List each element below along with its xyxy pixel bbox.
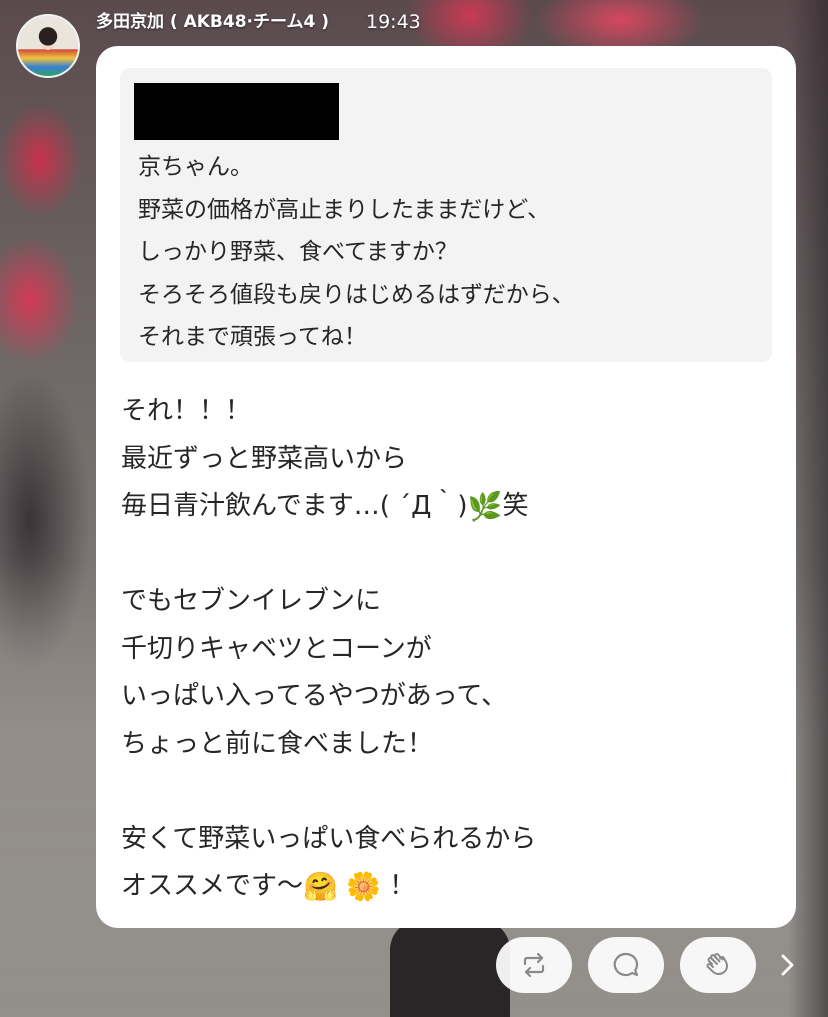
redaction-box (134, 83, 339, 140)
avatar[interactable] (16, 14, 80, 78)
comment-button[interactable] (588, 937, 664, 993)
hugging-face-emoji: 🤗 (303, 870, 338, 903)
message-text: それ！！！ 最近ずっと野菜高いから 毎日青汁飲んでます…( ´Д｀)🌿笑 でもセ… (121, 388, 536, 911)
message-line: 安くて野菜いっぱい食べられるから (121, 823, 537, 854)
message-line: ちょっと前に食べました！ (121, 728, 434, 759)
quoted-line: それまで頑張ってね！ (138, 324, 367, 350)
message-line: それ！！！ (121, 396, 252, 426)
quoted-message: 京ちゃん。 野菜の価格が高止まりしたままだけど、 しっかり野菜、食べてますか？ … (120, 68, 772, 362)
herb-emoji: 🌿 (467, 490, 503, 523)
comment-icon (613, 952, 639, 977)
blossom-emoji: 🌼 (346, 870, 382, 903)
message-line: でもセブンイレブンに (121, 586, 382, 616)
message-line-suffix: ！ (389, 871, 416, 901)
message-line: 千切りキャベツとコーンが (121, 633, 432, 664)
quoted-text: 京ちゃん。 野菜の価格が高止まりしたままだけど、 しっかり野菜、食べてますか？ … (138, 146, 575, 359)
repost-icon (523, 952, 545, 978)
next-button[interactable] (772, 947, 802, 983)
message-line: いっぱい入ってるやつがあって、 (121, 681, 508, 711)
message-bubble: 京ちゃん。 野菜の価格が高止まりしたままだけど、 しっかり野菜、食べてますか？ … (96, 46, 796, 928)
quoted-line: 京ちゃん。 (138, 154, 253, 180)
quoted-line: 野菜の価格が高止まりしたままだけど、 (138, 196, 551, 223)
quoted-line: しっかり野菜、食べてますか？ (138, 239, 458, 265)
message-line-text: オススメです〜 (121, 871, 304, 901)
clap-button[interactable] (680, 937, 756, 993)
chevron-right-icon (781, 954, 794, 976)
repost-button[interactable] (496, 937, 572, 993)
quoted-line: そろそろ値段も戻りはじめるはずだから、 (138, 281, 575, 308)
sender-name: 多田京加 ( AKB48·チーム4 ) (96, 12, 330, 32)
clap-icon (706, 952, 729, 976)
message-line: オススメです〜🤗 🌼 ！ (121, 863, 536, 911)
background-figure (390, 920, 510, 1017)
message-line: 毎日青汁飲んでます…( ´Д｀)🌿笑 (121, 483, 536, 531)
message-line-suffix: 笑 (502, 491, 529, 521)
message-line: 最近ずっと野菜高いから (121, 443, 408, 474)
message-time: 19:43 (366, 11, 421, 33)
message-line-text: 毎日青汁飲んでます…( ´Д｀) (121, 491, 468, 521)
